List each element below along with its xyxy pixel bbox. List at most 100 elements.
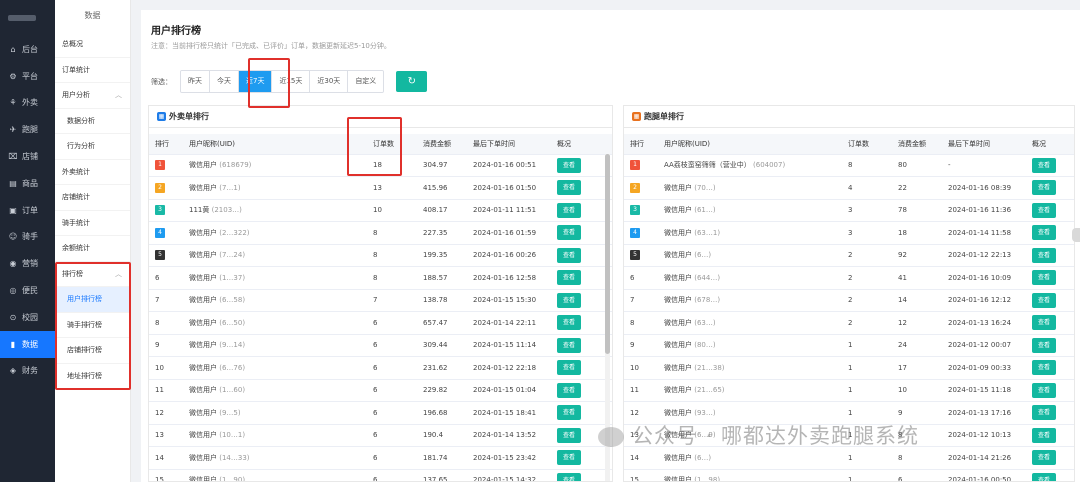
view-button[interactable]: 查看 <box>1032 427 1056 443</box>
table-row: 2 微信用户 (70…) 4 22 2024-01-16 08:39 查看 <box>624 176 1074 200</box>
view-button[interactable]: 查看 <box>557 180 581 196</box>
view-button[interactable]: 查看 <box>557 337 581 353</box>
filter-button-4[interactable]: 近30天 <box>310 71 349 92</box>
sub-menu-item-2[interactable]: 用户分析 ︿ <box>55 83 130 109</box>
page-title: 用户排行榜 <box>151 26 201 37</box>
amount-cell: 138.78 <box>417 289 467 312</box>
sub-menu-item-4[interactable]: 行为分析 <box>55 134 130 160</box>
view-button[interactable]: 查看 <box>1032 315 1056 331</box>
rank-badge: 1 <box>630 160 640 171</box>
sub-menu-item-0[interactable]: 总概况 <box>55 32 130 58</box>
sub-menu-item-10[interactable]: 用户排行榜 <box>55 287 130 313</box>
rank-badge: 3 <box>155 205 165 216</box>
sub-menu-item-5[interactable]: 外卖统计 <box>55 160 130 185</box>
nav-item-label: 校园 <box>22 312 38 322</box>
view-button[interactable]: 查看 <box>1032 202 1056 218</box>
view-button[interactable]: 查看 <box>557 270 581 286</box>
view-button[interactable]: 查看 <box>1032 382 1056 398</box>
user-cell: 微信用户 (80…) <box>658 334 842 357</box>
table-row: 13 微信用户 (10…1) 6 190.4 2024-01-14 13:52 查看 <box>149 424 612 447</box>
view-button[interactable]: 查看 <box>1032 450 1056 466</box>
view-button[interactable]: 查看 <box>557 382 581 398</box>
filter-button-0[interactable]: 昨天 <box>181 71 210 92</box>
sub-menu-item-11[interactable]: 骑手排行榜 <box>55 313 130 338</box>
sub-menu-item-8[interactable]: 余额统计 <box>55 236 130 262</box>
nav-item-9[interactable]: ◎ 便民 <box>0 277 55 304</box>
last-order-time-cell: 2024-01-14 11:58 <box>942 221 1026 245</box>
table-row: 4 微信用户 (2…322) 8 227.35 2024-01-16 01:59 查看 <box>149 221 612 245</box>
refresh-button[interactable]: ↻ <box>396 71 428 92</box>
view-button[interactable]: 查看 <box>1032 225 1056 241</box>
filter-button-1[interactable]: 今天 <box>210 71 239 92</box>
nav-item-2[interactable]: ⚘ 外卖 <box>0 90 55 117</box>
sub-menu-item-13[interactable]: 地址排行榜 <box>55 364 130 389</box>
order-count-cell: 8 <box>367 266 417 290</box>
filter-button-3[interactable]: 近15天 <box>272 71 311 92</box>
sub-menu-item-1[interactable]: 订单统计 <box>55 58 130 83</box>
view-button[interactable]: 查看 <box>1032 247 1056 263</box>
view-button[interactable]: 查看 <box>1032 405 1056 421</box>
sub-menu-item-12[interactable]: 店铺排行榜 <box>55 338 130 364</box>
view-button[interactable]: 查看 <box>557 292 581 308</box>
nav-item-5[interactable]: ▤ 商品 <box>0 170 55 197</box>
errand-panel-title-text: 跑腿单排行 <box>644 112 684 121</box>
view-button[interactable]: 查看 <box>1032 337 1056 353</box>
table-row: 14 微信用户 (14…33) 6 181.74 2024-01-15 23:42 查看 <box>149 446 612 470</box>
user-name: 微信用户 <box>189 431 217 440</box>
nav-item-1[interactable]: ⚙ 平台 <box>0 63 55 90</box>
last-order-time-cell: 2024-01-13 17:16 <box>942 401 1026 425</box>
sub-menu-item-7[interactable]: 骑手统计 <box>55 211 130 236</box>
takeout-scrollbar-thumb[interactable] <box>605 154 610 354</box>
view-button[interactable]: 查看 <box>557 157 581 173</box>
nav-item-8[interactable]: ◉ 营销 <box>0 250 55 277</box>
view-button[interactable]: 查看 <box>557 202 581 218</box>
view-button[interactable]: 查看 <box>1032 360 1056 376</box>
filter-button-2[interactable]: 近7天 <box>239 71 273 92</box>
nav-item-10[interactable]: ⊙ 校园 <box>0 304 55 331</box>
column-header: 最后下单时间 <box>942 134 1026 155</box>
order-count-cell: 6 <box>367 424 417 447</box>
nav-item-0[interactable]: ⌂ 后台 <box>0 36 55 63</box>
nav-item-4[interactable]: ⌧ 店铺 <box>0 143 55 170</box>
user-uid: (70…) <box>694 183 716 192</box>
last-order-time-cell: 2024-01-12 22:13 <box>942 244 1026 267</box>
overview-cell: 查看 <box>551 266 612 290</box>
view-button[interactable]: 查看 <box>1032 472 1056 481</box>
rank-cell: 6 <box>149 266 183 290</box>
rank-cell: 8 <box>624 311 658 335</box>
view-button[interactable]: 查看 <box>557 247 581 263</box>
overview-cell: 查看 <box>1026 154 1074 177</box>
view-button[interactable]: 查看 <box>557 405 581 421</box>
view-button[interactable]: 查看 <box>557 225 581 241</box>
nav-item-12[interactable]: ◈ 财务 <box>0 358 55 385</box>
view-button[interactable]: 查看 <box>1032 157 1056 173</box>
amount-cell: 12 <box>892 311 942 335</box>
overview-cell: 查看 <box>551 356 612 380</box>
edge-handle[interactable] <box>1072 228 1080 242</box>
rank-cell: 12 <box>149 401 183 425</box>
nav-item-6[interactable]: ▣ 订单 <box>0 197 55 224</box>
view-button[interactable]: 查看 <box>1032 180 1056 196</box>
view-button[interactable]: 查看 <box>557 315 581 331</box>
table-row: 10 微信用户 (21…38) 1 17 2024-01-09 00:33 查看 <box>624 356 1074 380</box>
sub-menu-item-9[interactable]: 排行榜 ︿ <box>55 262 130 287</box>
nav-item-11[interactable]: ▮ 数据 <box>0 330 55 358</box>
view-button[interactable]: 查看 <box>1032 270 1056 286</box>
filter-label: 筛选： <box>151 77 172 86</box>
view-button[interactable]: 查看 <box>557 427 581 443</box>
view-button[interactable]: 查看 <box>1032 292 1056 308</box>
nav-item-7[interactable]: ☺ 骑手 <box>0 224 55 251</box>
filter-button-5[interactable]: 自定义 <box>348 71 384 92</box>
user-name: 微信用户 <box>664 296 692 305</box>
view-button[interactable]: 查看 <box>557 450 581 466</box>
sub-menu-item-6[interactable]: 店铺统计 <box>55 185 130 211</box>
table-row: 5 微信用户 (7…24) 8 199.35 2024-01-16 00:26 查看 <box>149 244 612 267</box>
view-button[interactable]: 查看 <box>557 360 581 376</box>
view-button[interactable]: 查看 <box>557 472 581 481</box>
nav-item-3[interactable]: ✈ 跑腿 <box>0 116 55 143</box>
table-row: 8 微信用户 (6…50) 6 657.47 2024-01-14 22:11 查看 <box>149 311 612 335</box>
order-count-cell: 8 <box>367 244 417 267</box>
sub-menu-item-3[interactable]: 数据分析 <box>55 109 130 134</box>
order-count-cell: 6 <box>367 469 417 481</box>
overview-cell: 查看 <box>1026 199 1074 222</box>
